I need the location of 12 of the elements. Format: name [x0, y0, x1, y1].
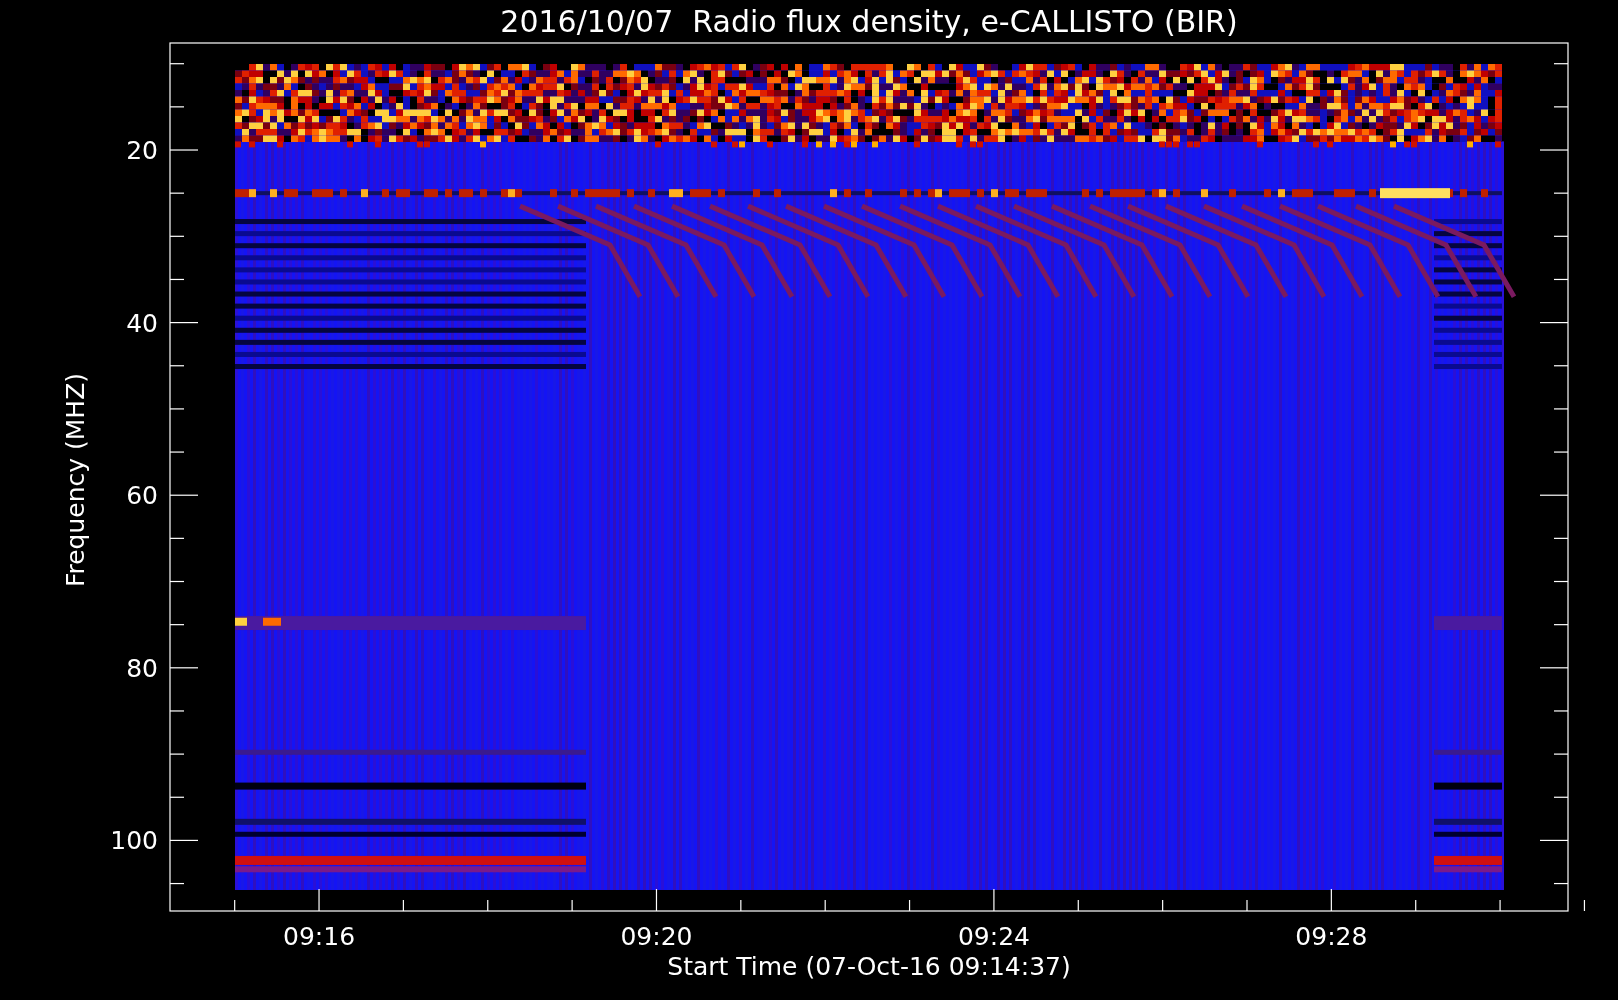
- axis-tick-label: 09:28: [1295, 922, 1368, 951]
- axis-title: Frequency (MHZ): [61, 372, 90, 588]
- axis-tick-label: 40: [126, 308, 158, 338]
- axis-tick-label: 09:16: [283, 922, 356, 951]
- chart-title: 2016/10/07 Radio flux density, e-CALLISTO (BIR): [500, 4, 1238, 39]
- axis-tick-label: 09:20: [620, 922, 693, 951]
- axis-tick-label: 60: [126, 481, 158, 511]
- axis-tick-label: 09:24: [957, 922, 1030, 951]
- axis-tick-label: 80: [126, 653, 158, 683]
- axis-tick-label: 100: [110, 826, 158, 856]
- axis-title: Start Time (07-Oct-16 09:14:37): [667, 952, 1071, 981]
- axis-tick-label: 20: [126, 136, 158, 165]
